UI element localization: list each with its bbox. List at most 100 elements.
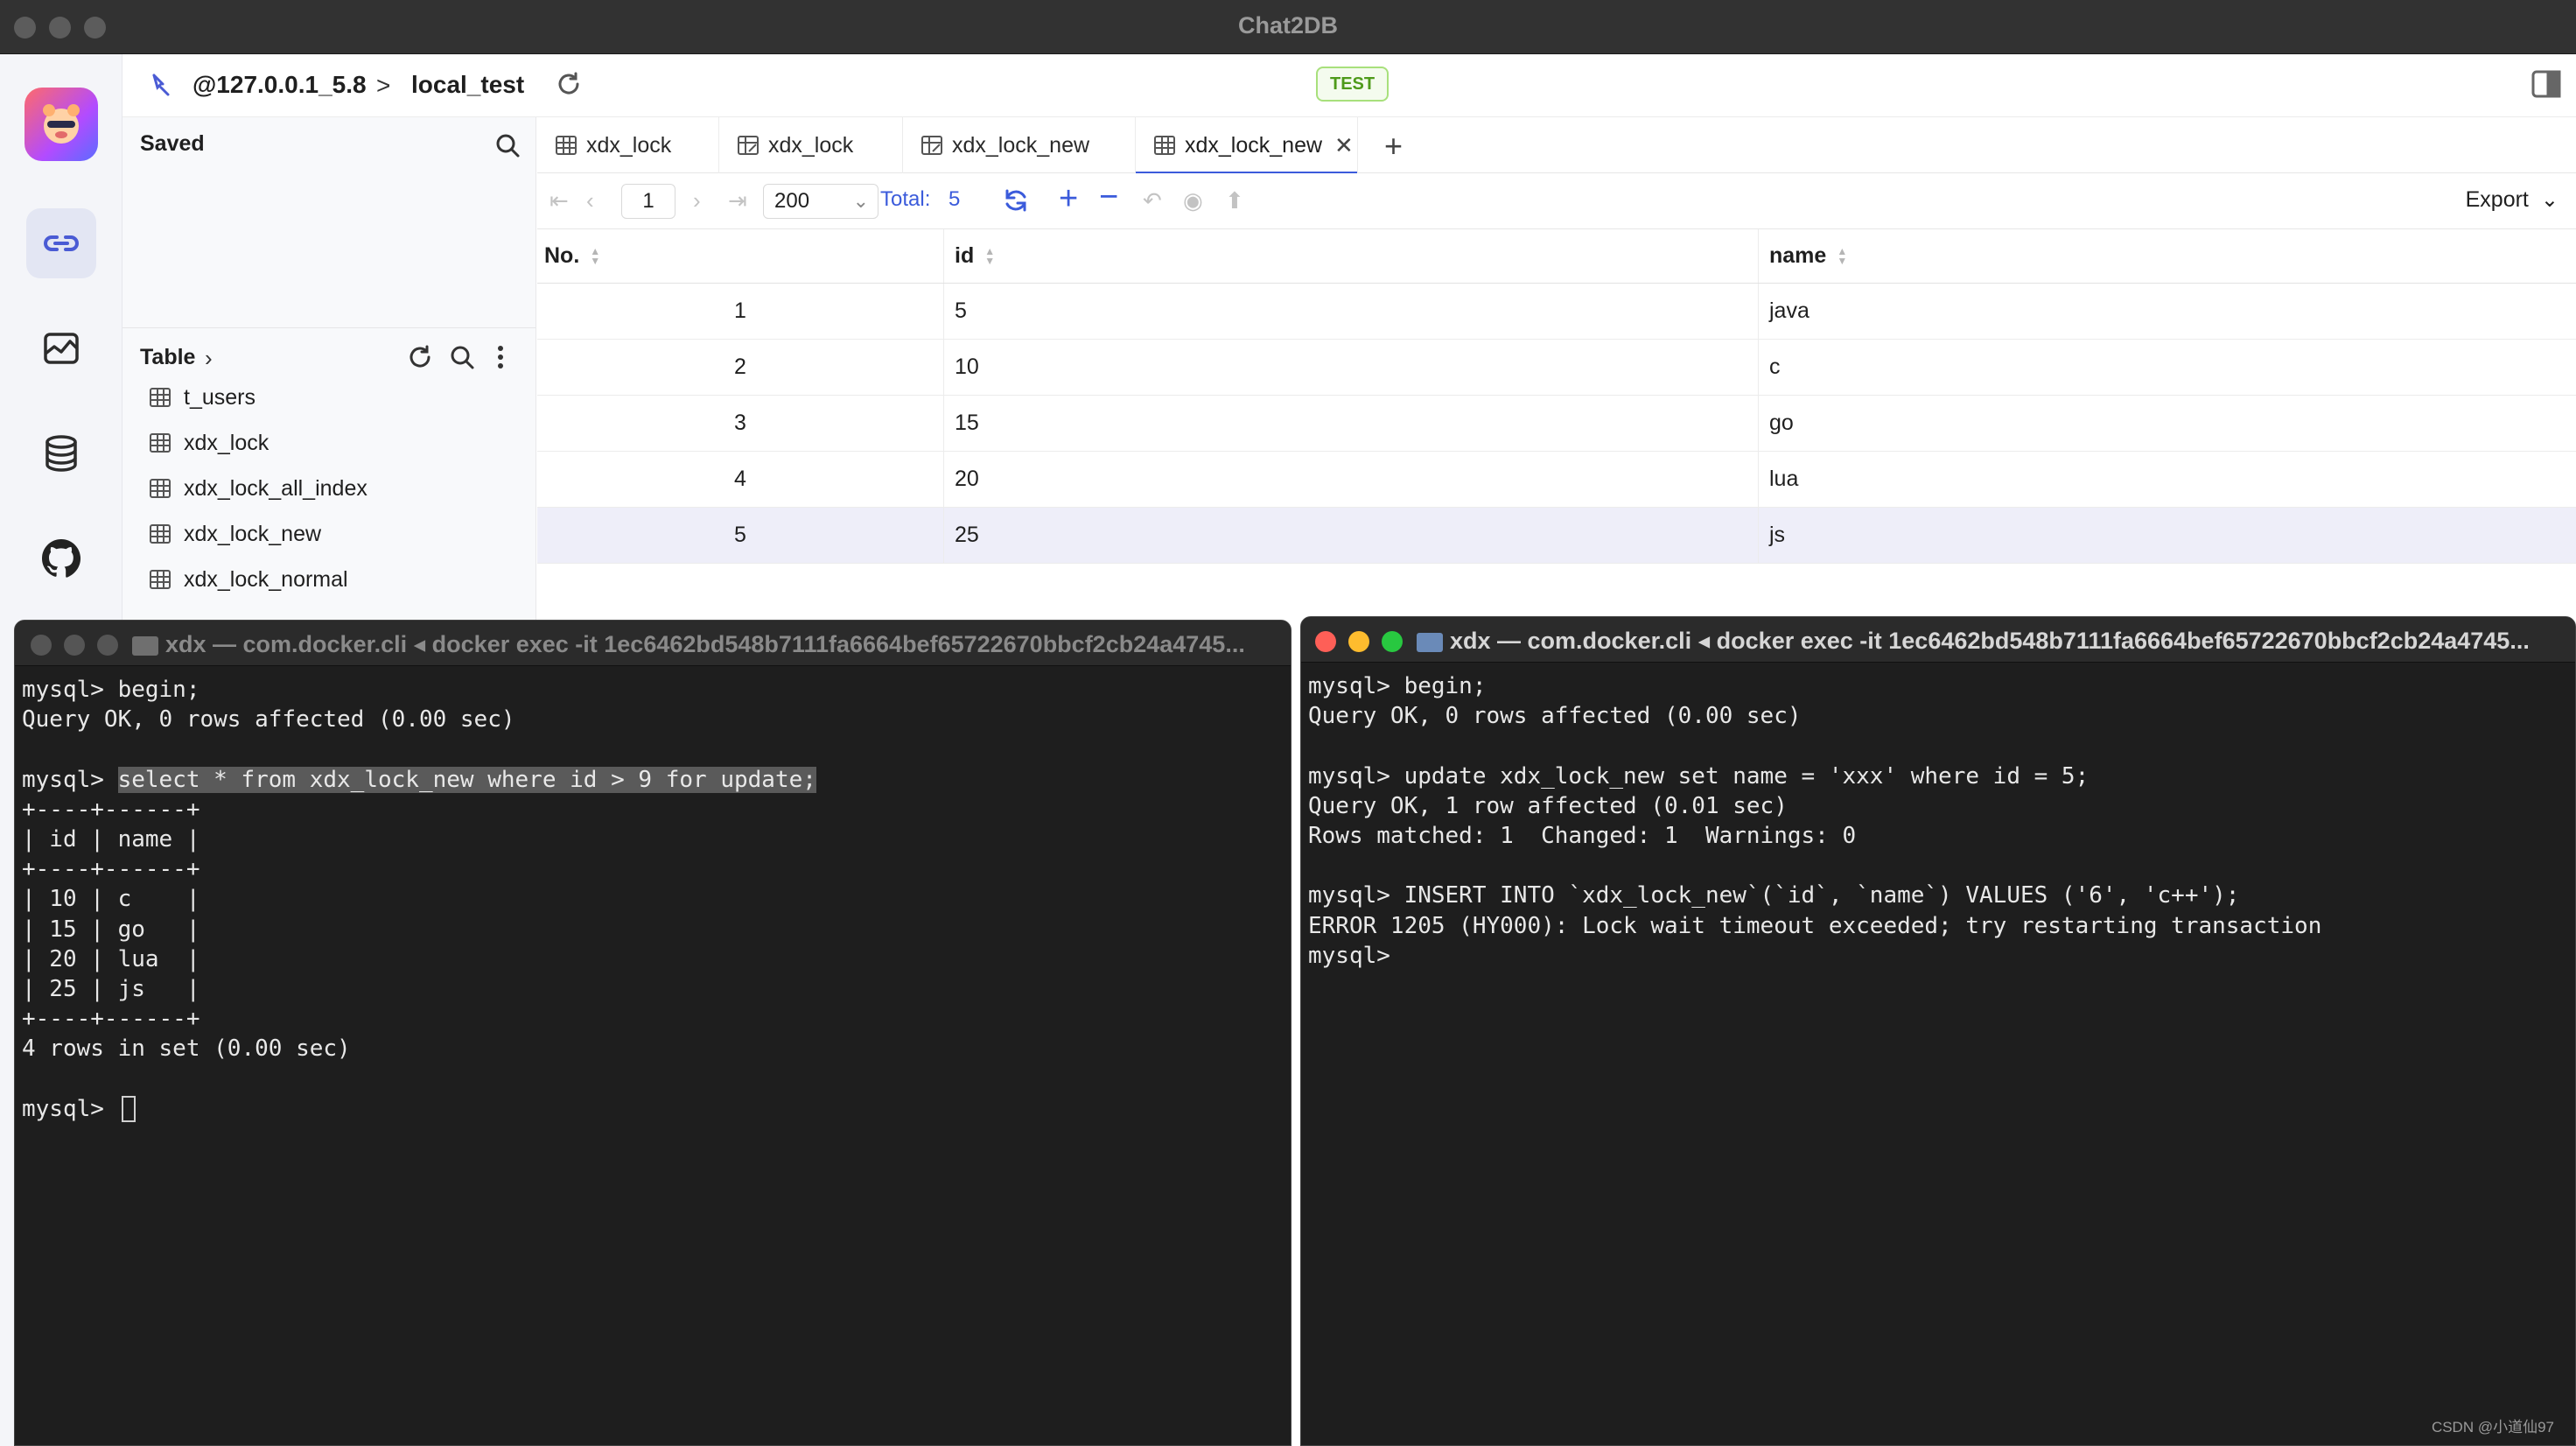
chart-icon [44, 333, 79, 364]
preview-icon[interactable]: ◉ [1183, 187, 1203, 214]
tab-xdx-lock[interactable]: xdx_lock [537, 117, 719, 173]
submit-icon[interactable]: ⬆ [1225, 187, 1244, 214]
table-row[interactable]: 1 5 java [537, 284, 2576, 340]
terminal-line: mysql> begin; [1308, 673, 1487, 699]
table-icon [150, 433, 171, 453]
table-item[interactable]: xdx_lock_normal [149, 562, 348, 597]
export-label: Export [2465, 187, 2529, 212]
cell-name[interactable]: java [1759, 284, 2576, 339]
search-icon[interactable] [494, 131, 522, 159]
terminal-output[interactable]: mysql> begin; Query OK, 0 rows affected … [1301, 663, 2575, 1445]
nav-github-button[interactable] [26, 523, 96, 593]
table-icon [150, 524, 171, 544]
add-row-icon[interactable]: + [1059, 180, 1078, 218]
table-section-title[interactable]: Table [140, 345, 195, 370]
terminal-window-left[interactable]: xdx — com.docker.cli ◂ docker exec -it 1… [14, 620, 1292, 1446]
add-tab-button[interactable]: + [1384, 128, 1403, 165]
refresh-icon[interactable] [555, 70, 583, 98]
table-row[interactable]: 3 15 go [537, 396, 2576, 452]
nav-database-button[interactable] [26, 418, 96, 488]
tab-label: xdx_lock_new [1185, 132, 1323, 158]
terminal-line: mysql> INSERT INTO `xdx_lock_new`(`id`, … [1308, 882, 2240, 909]
more-vertical-icon[interactable] [492, 343, 509, 371]
export-button[interactable]: Export ⌄ [2466, 187, 2558, 213]
sort-icon[interactable]: ▲ ▼ [590, 246, 600, 266]
zoom-window-button[interactable] [1382, 631, 1403, 652]
table-edit-icon [738, 136, 759, 155]
database-name[interactable]: local_test [411, 71, 524, 99]
grid-header-row: No. ▲ ▼ id ▲ ▼ name ▲ ▼ [537, 229, 2576, 284]
undo-icon[interactable]: ↶ [1143, 187, 1162, 214]
cell-id[interactable]: 20 [944, 452, 1759, 507]
cell-id[interactable]: 10 [944, 340, 1759, 395]
terminal-prompt[interactable]: mysql> [1308, 941, 2575, 971]
breadcrumb-separator: > [376, 72, 391, 99]
column-header-name[interactable]: name ▲ ▼ [1759, 229, 2576, 283]
next-page-icon[interactable]: › [693, 187, 701, 214]
cell-id[interactable]: 25 [944, 508, 1759, 563]
search-icon[interactable] [448, 343, 476, 371]
page-number-input[interactable]: 1 [621, 184, 676, 219]
cell-id[interactable]: 15 [944, 396, 1759, 451]
cell-name[interactable]: go [1759, 396, 2576, 451]
cell-name[interactable]: js [1759, 508, 2576, 563]
delete-row-icon[interactable]: − [1099, 179, 1118, 216]
table-item[interactable]: xdx_lock_new [149, 516, 321, 551]
folder-icon [1417, 632, 1443, 652]
table-row[interactable]: 2 10 c [537, 340, 2576, 396]
connection-name[interactable]: @127.0.0.1_5.8 [192, 71, 367, 99]
terminal-output[interactable]: mysql> begin; Query OK, 0 rows affected … [15, 666, 1291, 1445]
table-item[interactable]: xdx_lock [149, 425, 269, 460]
minimize-window-button[interactable] [64, 635, 85, 656]
sort-icon[interactable]: ▲ ▼ [984, 246, 995, 266]
column-header-no[interactable]: No. ▲ ▼ [537, 229, 944, 283]
chevron-right-icon[interactable]: › [205, 345, 213, 372]
column-header-id[interactable]: id ▲ ▼ [944, 229, 1759, 283]
layout-toggle-icon[interactable] [2530, 68, 2562, 100]
page-size-value: 200 [774, 189, 810, 213]
close-window-button[interactable] [1315, 631, 1336, 652]
last-page-icon[interactable]: ⇥ [728, 187, 747, 214]
refresh-icon[interactable] [406, 343, 434, 371]
table-row[interactable]: 4 20 lua [537, 452, 2576, 508]
sort-icon[interactable]: ▲ ▼ [1837, 246, 1847, 266]
first-page-icon[interactable]: ⇤ [550, 187, 569, 214]
tab-xdx-lock[interactable]: xdx_lock [719, 117, 903, 173]
table-item[interactable]: t_users [149, 380, 256, 415]
cell-name[interactable]: lua [1759, 452, 2576, 507]
table-row-selected[interactable]: 5 25 js [537, 508, 2576, 564]
terminal-line-error: ERROR 1205 (HY000): Lock wait timeout ex… [1308, 912, 2322, 939]
minimize-window-button[interactable] [1348, 631, 1369, 652]
tab-bar: xdx_lock xdx_lock xdx_lock_new xdx_lock_… [537, 117, 2576, 174]
close-window-button[interactable] [31, 635, 52, 656]
terminal-window-right[interactable]: xdx — com.docker.cli ◂ docker exec -it 1… [1300, 616, 2576, 1446]
table-item-label: xdx_lock [184, 430, 270, 455]
cell-no: 4 [537, 452, 944, 507]
tab-xdx-lock-new[interactable]: xdx_lock_new [903, 117, 1136, 173]
link-icon [44, 235, 79, 251]
zoom-window-button[interactable] [97, 635, 118, 656]
cell-name[interactable]: c [1759, 340, 2576, 395]
terminal-line: +----+------+ [22, 856, 200, 883]
page-size-select[interactable]: 200 ⌄ [763, 184, 878, 219]
cell-id[interactable]: 5 [944, 284, 1759, 339]
prev-page-icon[interactable]: ‹ [586, 187, 594, 214]
reload-icon[interactable] [1001, 186, 1031, 215]
nav-dashboard-button[interactable] [26, 313, 96, 383]
terminal-line: 4 rows in set (0.00 sec) [22, 1035, 351, 1063]
terminal-line: | id | name | [22, 825, 200, 853]
terminal-title: xdx — com.docker.cli ◂ docker exec -it 1… [1417, 628, 2572, 655]
nav-connections-button[interactable] [26, 208, 96, 278]
table-item[interactable]: xdx_lock_all_index [149, 471, 368, 506]
chevron-down-icon: ⌄ [2540, 188, 2558, 212]
terminal-line: mysql> begin; [22, 677, 200, 703]
table-item-label: xdx_lock_normal [184, 566, 348, 592]
tab-label: xdx_lock_new [952, 132, 1090, 158]
close-tab-icon[interactable]: ✕ [1334, 132, 1354, 159]
saved-section-title: Saved [140, 131, 205, 156]
data-grid: No. ▲ ▼ id ▲ ▼ name ▲ ▼ 1 5 java 2 10 c 3 15 g… [537, 229, 2576, 579]
terminal-prompt[interactable]: mysql> [22, 1094, 1291, 1124]
tab-xdx-lock-new-active[interactable]: xdx_lock_new ✕ [1136, 117, 1358, 174]
